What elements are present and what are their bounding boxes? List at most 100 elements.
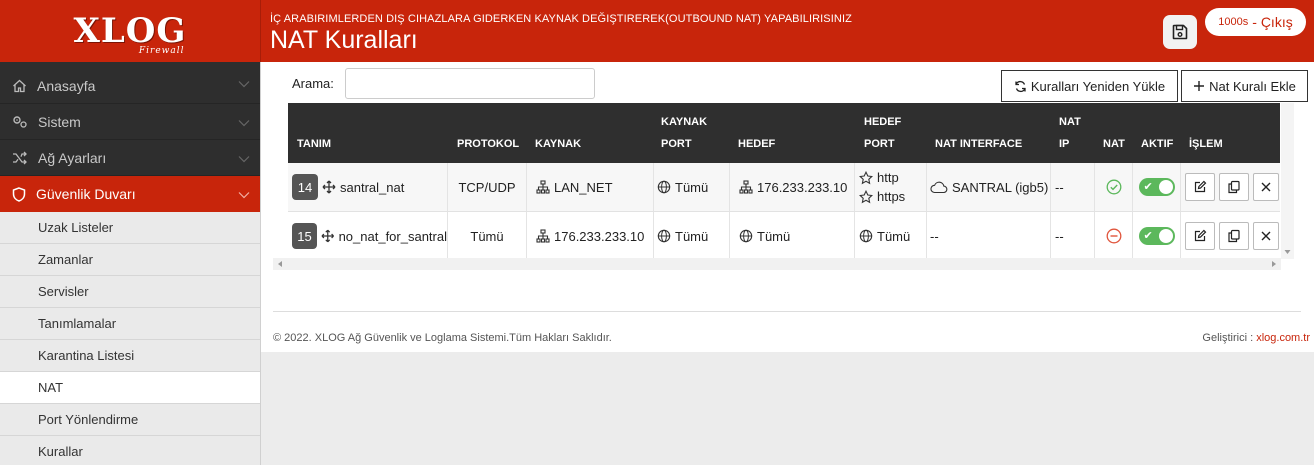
sidebar-item-guvenlik-duvari[interactable]: Güvenlik Duvarı: [0, 176, 260, 212]
col-nat-interface[interactable]: NAT INTERFACE: [935, 133, 1022, 155]
search-input[interactable]: [345, 68, 595, 99]
nat-rules-table: TANIM PROTOKOL KAYNAK KAYNAK PORT HEDEF …: [288, 103, 1280, 261]
edit-icon: [1194, 229, 1207, 242]
copy-button[interactable]: [1219, 173, 1249, 201]
horizontal-scrollbar[interactable]: [273, 258, 1281, 270]
reload-rules-button[interactable]: Kuralları Yeniden Yükle: [1001, 70, 1178, 102]
sidebar-item-anasayfa[interactable]: Anasayfa: [0, 62, 260, 104]
cell-nat-status: [1095, 163, 1133, 211]
rule-nat-ip: --: [1055, 179, 1064, 195]
rule-source-port: Tümü: [675, 228, 709, 244]
rule-destination: Tümü: [757, 228, 791, 244]
logo-text: XLOG: [73, 11, 187, 51]
col-kaynak-port-line2[interactable]: PORT: [661, 133, 692, 155]
cell-islem: [1181, 163, 1280, 211]
sidebar-subitem-uzak-listeler[interactable]: Uzak Listeler: [0, 212, 260, 244]
col-nat-ip-line1[interactable]: NAT: [1059, 111, 1081, 133]
footer-developer-link[interactable]: xlog.com.tr: [1256, 332, 1310, 344]
table-row[interactable]: 15 no_nat_for_santral Tümü 176.233.233.1…: [288, 212, 1280, 261]
col-tanim[interactable]: TANIM: [297, 133, 331, 155]
sidebar-subitem-zamanlar[interactable]: Zamanlar: [0, 244, 260, 276]
delete-button[interactable]: [1253, 173, 1279, 201]
col-protokol[interactable]: PROTOKOL: [457, 133, 519, 155]
sidebar-subitem-servisler[interactable]: Servisler: [0, 276, 260, 308]
logo[interactable]: XLOG Firewall: [0, 0, 261, 62]
footer-developer: Geliştirici : xlog.com.tr: [1202, 332, 1310, 344]
sidebar-item-ag-ayarlari[interactable]: Ağ Ayarları: [0, 140, 260, 176]
logo-subtext: Firewall: [138, 46, 185, 56]
chevron-down-icon: [238, 80, 250, 87]
cell-kaynak: LAN_NET: [527, 163, 654, 211]
rule-protocol: Tümü: [470, 228, 504, 244]
cell-hedef: 176.233.233.10: [730, 163, 855, 211]
sidebar: Anasayfa Sistem Ağ Ayarları Güvenlik Duv…: [0, 62, 261, 465]
cloud-icon: [930, 181, 948, 193]
sidebar-subitem-tanimlamalar[interactable]: Tanımlamalar: [0, 308, 260, 340]
save-config-button[interactable]: [1163, 15, 1197, 49]
cell-kaynak-port: Tümü: [654, 163, 730, 211]
refresh-icon: [1015, 80, 1026, 92]
globe-icon: [657, 180, 671, 194]
sidebar-item-label: Anasayfa: [37, 77, 96, 94]
move-arrows-icon[interactable]: [322, 180, 336, 194]
active-toggle[interactable]: ✔: [1138, 178, 1175, 196]
table-row[interactable]: 14 santral_nat TCP/UDP LAN_NET Tümü 176.…: [288, 163, 1280, 212]
minus-circle-icon: [1106, 228, 1121, 244]
col-kaynak-port-line1[interactable]: KAYNAK: [661, 111, 707, 133]
scroll-left-arrow-icon[interactable]: [275, 258, 285, 270]
add-nat-rule-button[interactable]: Nat Kuralı Ekle: [1181, 70, 1308, 102]
logout-button[interactable]: 1000s - Çıkış: [1205, 8, 1306, 36]
cell-nat-status: [1095, 212, 1133, 260]
rule-number-badge: 14: [292, 174, 318, 200]
edit-button[interactable]: [1185, 222, 1215, 250]
star-icon: [859, 170, 873, 184]
cell-tanim: 14 santral_nat: [288, 163, 448, 211]
sidebar-item-label: Güvenlik Duvarı: [36, 186, 136, 202]
col-kaynak[interactable]: KAYNAK: [535, 133, 581, 155]
page-subtitle: İÇ ARABIRIMLERDEN DIŞ CIHAZLARA GIDERKEN…: [270, 13, 852, 25]
cell-aktif: ✔: [1133, 163, 1181, 211]
logout-label: - Çıkış: [1252, 14, 1293, 30]
delete-button[interactable]: [1253, 222, 1279, 250]
cell-nat-ip: --: [1051, 163, 1095, 211]
cell-islem: [1181, 212, 1280, 260]
search-label: Arama:: [292, 76, 334, 91]
move-arrows-icon[interactable]: [321, 229, 335, 243]
col-nat[interactable]: NAT: [1103, 133, 1125, 155]
cell-protokol: Tümü: [448, 212, 527, 260]
rule-dest-port: Tümü: [877, 228, 911, 244]
sidebar-item-label: Ağ Ayarları: [38, 149, 107, 166]
scroll-down-arrow-icon[interactable]: [1281, 247, 1294, 257]
scroll-right-arrow-icon[interactable]: [1269, 258, 1279, 270]
copy-button[interactable]: [1219, 222, 1249, 250]
globe-icon: [657, 229, 671, 243]
rule-nat-interface: SANTRAL (igb5): [952, 179, 1049, 195]
top-bar: İÇ ARABIRIMLERDEN DIŞ CIHAZLARA GIDERKEN…: [261, 0, 1314, 62]
rule-dest-port: http: [877, 170, 899, 185]
sidebar-subitem-kurallar[interactable]: Kurallar: [0, 436, 260, 465]
globe-icon: [739, 229, 753, 243]
network-icon: [536, 229, 550, 243]
active-toggle[interactable]: ✔: [1138, 227, 1175, 245]
edit-button[interactable]: [1185, 173, 1215, 201]
rule-protocol: TCP/UDP: [458, 179, 516, 195]
sidebar-subitem-karantina-listesi[interactable]: Karantina Listesi: [0, 340, 260, 372]
col-hedef-port-line1[interactable]: HEDEF: [864, 111, 901, 133]
network-icon: [739, 180, 753, 194]
col-islem[interactable]: İŞLEM: [1189, 133, 1223, 155]
col-aktif[interactable]: AKTIF: [1141, 133, 1173, 155]
sidebar-subitem-nat[interactable]: NAT: [0, 372, 260, 404]
sidebar-item-sistem[interactable]: Sistem: [0, 104, 260, 140]
chevron-down-icon: [238, 119, 250, 126]
col-nat-ip-line2[interactable]: IP: [1059, 133, 1069, 155]
col-hedef[interactable]: HEDEF: [738, 133, 775, 155]
footer-copyright: © 2022. XLOG Ağ Güvenlik ve Loglama Sist…: [273, 332, 612, 344]
cell-tanim: 15 no_nat_for_santral: [288, 212, 448, 260]
cell-nat-interface: SANTRAL (igb5): [927, 163, 1051, 211]
footer-developer-label: Geliştirici :: [1202, 332, 1257, 344]
cell-aktif: ✔: [1133, 212, 1181, 260]
col-hedef-port-line2[interactable]: PORT: [864, 133, 895, 155]
vertical-scrollbar[interactable]: [1281, 103, 1294, 259]
sidebar-subitem-port-yonlendirme[interactable]: Port Yönlendirme: [0, 404, 260, 436]
main-panel: Arama: Kuralları Yeniden Yükle Nat Kural…: [261, 62, 1314, 352]
